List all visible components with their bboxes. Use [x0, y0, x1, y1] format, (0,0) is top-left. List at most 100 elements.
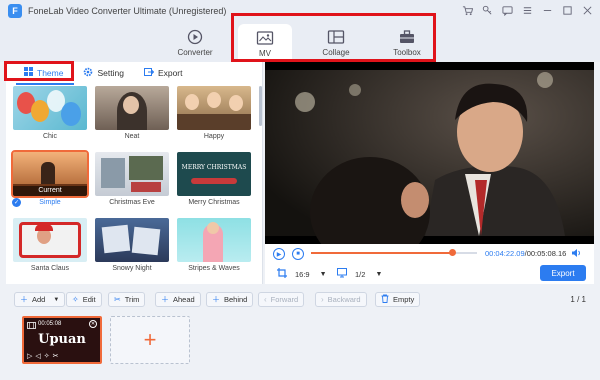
theme-snowy-night[interactable]: Snowy Night — [94, 218, 170, 272]
backward-label: Backward — [327, 295, 361, 304]
progress-bar[interactable] — [311, 249, 477, 256]
edit-button[interactable]: ✧ Edit — [66, 292, 102, 307]
theme-panel: Theme Setting Export Chic Neat Happy Cur… — [4, 61, 263, 284]
ahead-button[interactable]: ＋ Ahead — [155, 292, 201, 307]
cart-icon[interactable] — [460, 3, 474, 17]
screen-value: 1/2 — [355, 269, 366, 279]
aspect-value: 16:9 — [295, 269, 310, 279]
theme-chic[interactable]: Chic — [12, 86, 88, 140]
scissors-icon[interactable]: ✂ — [53, 353, 62, 360]
theme-thumb — [177, 86, 251, 130]
theme-label: Christmas Eve — [109, 199, 155, 206]
tab-setting[interactable]: Setting — [75, 64, 131, 83]
highlight-box-theme — [4, 61, 74, 81]
empty-label: Empty — [393, 295, 415, 304]
check-icon: ✓ — [12, 198, 21, 207]
theme-label: Neat — [124, 133, 140, 140]
theme-thumb — [95, 152, 169, 196]
edit-label: Edit — [82, 295, 96, 304]
app-title: FoneLab Video Converter Ultimate (Unregi… — [28, 6, 227, 16]
nav-converter-label: Converter — [177, 47, 213, 57]
aspect-ratio-select[interactable]: 16:9 ▼ — [277, 268, 327, 280]
forward-button[interactable]: ‹ Forward — [258, 292, 305, 307]
nav-converter[interactable]: Converter — [170, 22, 220, 62]
chevron-down-icon: ▼ — [319, 270, 327, 278]
scissors-icon: ✂ — [114, 295, 121, 304]
theme-label: Merry Christmas — [188, 199, 240, 206]
theme-thumb — [95, 218, 169, 262]
thumb-text: MERRY CHRISTMAS — [181, 164, 247, 171]
stop-icon[interactable]: ■ — [292, 248, 304, 260]
plus-icon: ＋ — [161, 295, 169, 304]
current-time: 00:04:22.09 — [485, 249, 525, 258]
behind-button[interactable]: ＋ Behind — [206, 292, 254, 307]
clip-tools: ▷◁✧✂ — [27, 352, 62, 360]
key-icon[interactable] — [480, 3, 494, 17]
theme-thumb — [13, 86, 87, 130]
theme-simple[interactable]: Current Simple — [11, 150, 89, 206]
chevron-left-icon: ‹ — [264, 295, 267, 304]
theme-neat[interactable]: Neat — [94, 86, 170, 140]
menu-icon[interactable] — [520, 3, 534, 17]
total-time: /00:05:08.16 — [524, 249, 567, 258]
crop-icon — [277, 268, 287, 280]
maximize-icon[interactable] — [560, 3, 574, 17]
effect-icon[interactable]: ✧ — [44, 353, 53, 360]
theme-christmas-eve[interactable]: Christmas Eve — [94, 152, 170, 206]
theme-label: Happy — [203, 133, 225, 140]
add-button[interactable]: ＋ Add ▼ — [14, 292, 66, 307]
add-label: Add — [32, 295, 46, 304]
close-icon[interactable] — [580, 3, 594, 17]
clip-title: Upuan — [38, 332, 86, 347]
current-tag: Current — [13, 186, 87, 196]
theme-label: Santa Claus — [30, 265, 70, 272]
window-controls — [460, 3, 594, 17]
volume-icon[interactable] — [571, 248, 581, 260]
minimize-icon[interactable] — [540, 3, 554, 17]
chat-icon[interactable] — [500, 3, 514, 17]
theme-merry-christmas[interactable]: MERRY CHRISTMAS Merry Christmas — [176, 152, 252, 206]
plus-icon: ＋ — [20, 295, 28, 304]
forward-label: Forward — [270, 295, 299, 304]
timeline: 00:05:08 ✕ Upuan ▷◁✧✂ + — [0, 312, 600, 380]
timeline-clip[interactable]: 00:05:08 ✕ Upuan ▷◁✧✂ — [22, 316, 102, 364]
highlight-box-nav — [231, 13, 436, 62]
chevron-down-icon: ▼ — [53, 296, 60, 303]
export-button[interactable]: Export — [540, 265, 586, 281]
theme-thumb — [13, 218, 87, 262]
gear-icon — [83, 67, 93, 80]
export-icon — [143, 67, 155, 80]
backward-button[interactable]: › Backward — [315, 292, 367, 307]
trash-icon — [381, 294, 389, 305]
screen-select[interactable]: 1/2 ▼ — [337, 268, 382, 280]
theme-label: Snowy Night — [112, 265, 152, 272]
theme-scrollbar[interactable] — [259, 86, 262, 126]
plus-icon: + — [143, 327, 157, 352]
theme-thumb — [95, 86, 169, 130]
add-clip-button[interactable]: + — [110, 316, 190, 364]
video-preview[interactable] — [265, 62, 594, 244]
edit-toolbar: ＋ Add ▼ ✧ Edit ✂ Trim ＋ Ahead ＋ Behind ‹… — [0, 290, 600, 310]
ahead-label: Ahead — [173, 295, 195, 304]
theme-happy[interactable]: Happy — [176, 86, 252, 140]
theme-stripes-waves[interactable]: Stripes & Waves — [176, 218, 252, 272]
plus-icon: ＋ — [212, 295, 220, 304]
empty-button[interactable]: Empty — [375, 292, 421, 307]
theme-thumb — [177, 218, 251, 262]
tab-export-label: Export — [157, 68, 183, 78]
tab-export[interactable]: Export — [136, 64, 191, 83]
tab-setting-label: Setting — [97, 68, 124, 78]
play-icon[interactable]: ▶ — [273, 248, 285, 260]
theme-label: Stripes & Waves — [188, 265, 240, 272]
trim-button[interactable]: ✂ Trim — [108, 292, 146, 307]
volume-icon[interactable]: ◁ — [35, 353, 43, 360]
theme-santa-claus[interactable]: Santa Claus — [12, 218, 88, 272]
theme-label: Simple — [39, 199, 61, 206]
clip-duration: 00:05:08 — [38, 321, 62, 327]
behind-label: Behind — [224, 295, 248, 304]
theme-grid: Chic Neat Happy Current Simple ✓ Christm… — [10, 86, 256, 282]
close-icon[interactable]: ✕ — [89, 320, 97, 328]
theme-thumb: Current — [11, 150, 89, 198]
active-tab-underline — [16, 83, 74, 85]
progress-fill — [311, 252, 453, 254]
